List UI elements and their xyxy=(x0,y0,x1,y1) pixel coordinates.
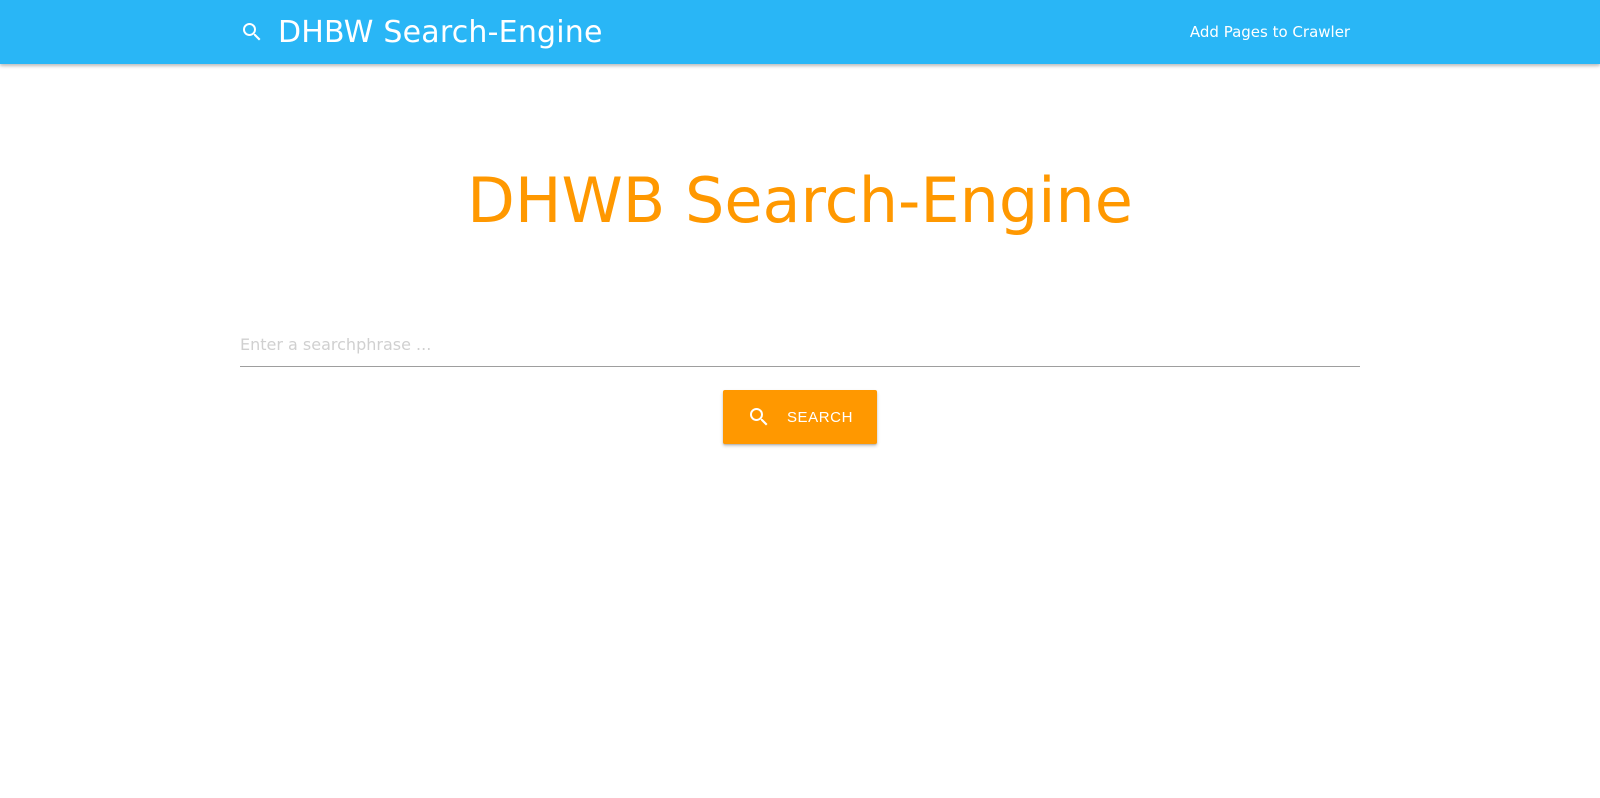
page-title: DHWB Search-Engine xyxy=(467,164,1133,237)
brand-title: DHBW Search-Engine xyxy=(278,14,603,50)
search-icon xyxy=(747,405,771,429)
add-pages-link[interactable]: Add Pages to Crawler xyxy=(1180,0,1360,64)
search-input[interactable] xyxy=(240,322,1360,367)
search-icon xyxy=(240,20,264,44)
search-button[interactable]: SEARCH xyxy=(723,390,877,444)
brand-logo-link[interactable]: DHBW Search-Engine xyxy=(240,0,603,64)
top-navbar: DHBW Search-Engine Add Pages to Crawler xyxy=(0,0,1600,64)
search-button-label: SEARCH xyxy=(786,408,854,426)
